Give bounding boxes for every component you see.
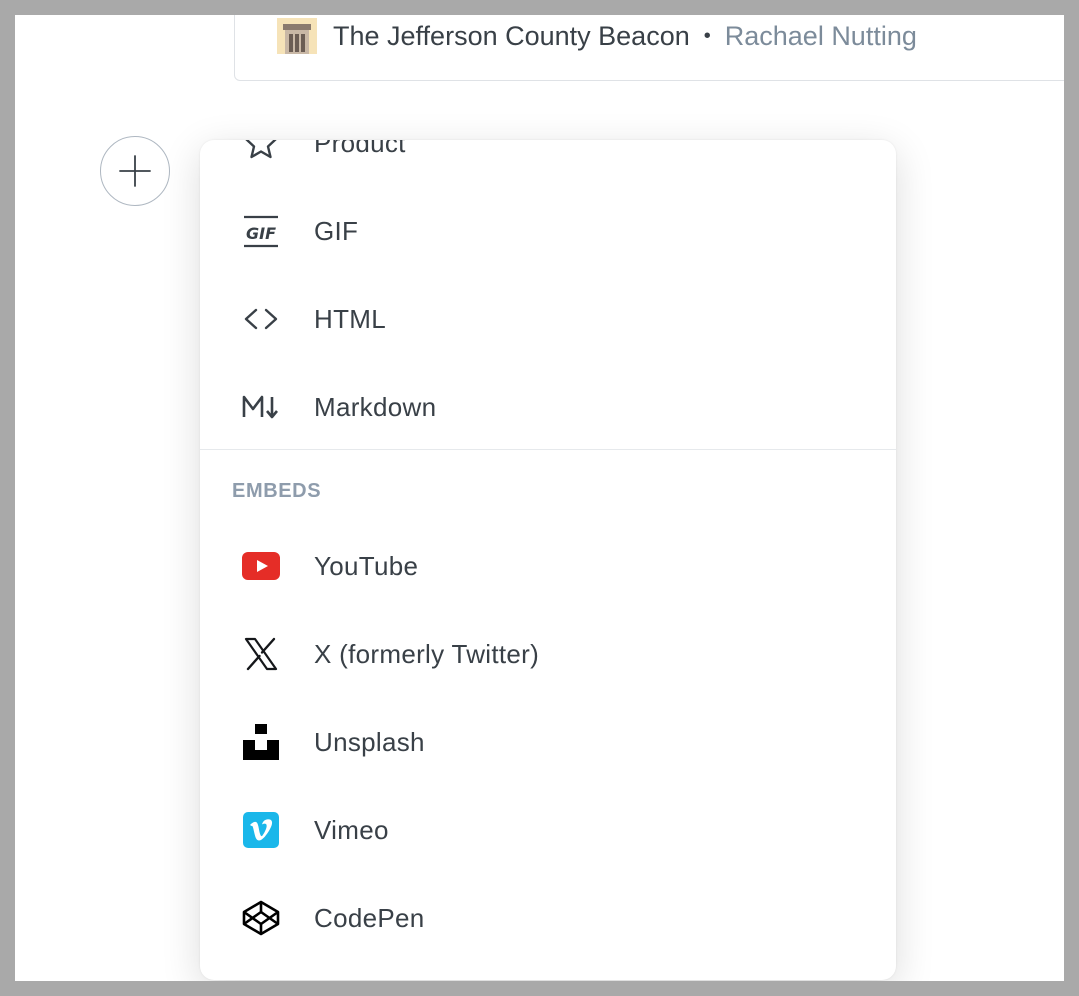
- star-icon: [240, 140, 282, 164]
- add-card-button[interactable]: [100, 136, 170, 206]
- plus-icon: [119, 155, 151, 187]
- gif-icon: GIF: [240, 210, 282, 252]
- menu-item-unsplash[interactable]: Unsplash: [200, 698, 896, 786]
- menu-item-codepen[interactable]: CodePen: [200, 874, 896, 962]
- menu-item-label: HTML: [314, 303, 386, 334]
- bookmark-author: Rachael Nutting: [724, 20, 917, 51]
- menu-item-label: Unsplash: [314, 726, 425, 757]
- menu-item-gif[interactable]: GIF GIF: [200, 187, 896, 275]
- menu-item-label: GIF: [314, 215, 359, 246]
- menu-item-label: YouTube: [314, 550, 419, 581]
- publisher-icon: [277, 18, 317, 54]
- youtube-icon: [240, 545, 282, 587]
- code-icon: [240, 298, 282, 340]
- unsplash-icon: [240, 721, 282, 763]
- menu-divider: [200, 449, 896, 450]
- codepen-icon: [240, 897, 282, 939]
- editor-page: The Jefferson County Beacon • Rachael Nu…: [15, 15, 1064, 981]
- menu-item-vimeo[interactable]: Vimeo: [200, 786, 896, 874]
- menu-item-label: Markdown: [314, 391, 437, 422]
- menu-item-html[interactable]: HTML: [200, 275, 896, 363]
- vimeo-icon: [240, 809, 282, 851]
- menu-item-youtube[interactable]: YouTube: [200, 522, 896, 610]
- menu-item-x-twitter[interactable]: X (formerly Twitter): [200, 610, 896, 698]
- menu-item-label: CodePen: [314, 902, 425, 933]
- card-menu: Product GIF GIF HTML Markdown EMBEDS You…: [200, 140, 896, 980]
- markdown-icon: [240, 386, 282, 428]
- bookmark-card[interactable]: The Jefferson County Beacon • Rachael Nu…: [234, 15, 1064, 81]
- menu-item-label: X (formerly Twitter): [314, 638, 540, 669]
- menu-item-label: Product: [314, 140, 406, 158]
- menu-item-product[interactable]: Product: [200, 140, 896, 187]
- embeds-section-header: EMBEDS: [232, 480, 322, 502]
- meta-separator: •: [703, 24, 711, 47]
- menu-item-label: Vimeo: [314, 814, 389, 845]
- svg-text:GIF: GIF: [246, 224, 276, 243]
- menu-item-markdown[interactable]: Markdown: [200, 363, 896, 451]
- x-icon: [240, 633, 282, 675]
- bookmark-publisher: The Jefferson County Beacon: [333, 20, 690, 51]
- bookmark-meta: The Jefferson County Beacon • Rachael Nu…: [277, 16, 917, 56]
